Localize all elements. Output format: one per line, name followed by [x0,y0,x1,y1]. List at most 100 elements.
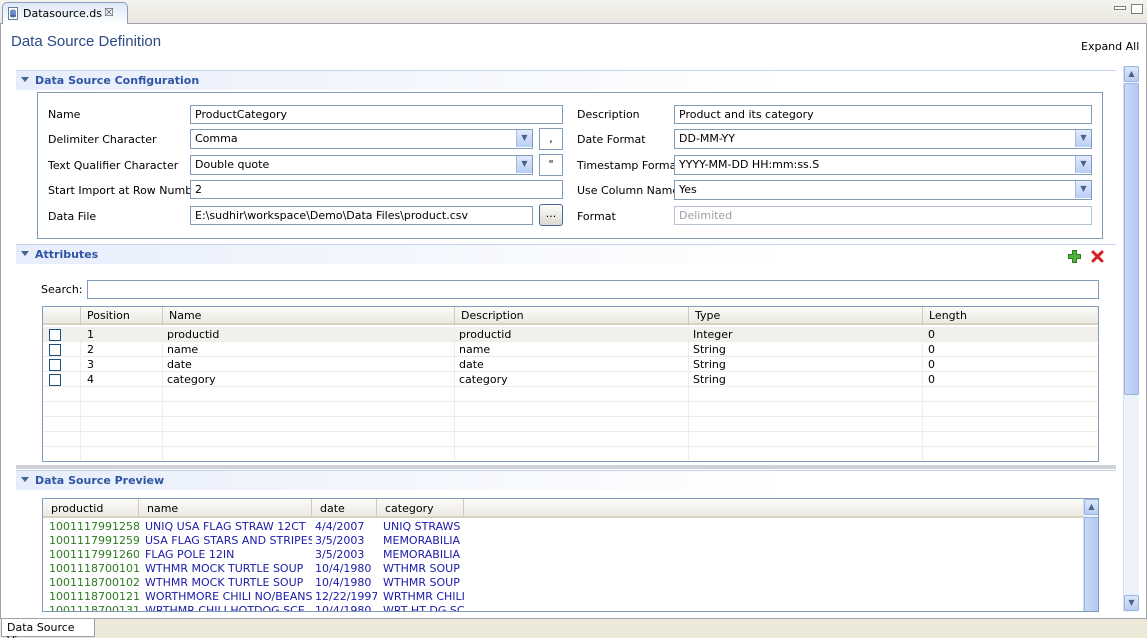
collapse-toggle-icon[interactable] [21,477,29,482]
productid-cell: 1001118700101 [49,562,139,575]
name-input[interactable]: ProductCategory [190,105,563,124]
delimiter-select[interactable]: Comma ▼ [190,129,533,149]
date-cell: 3/5/2003 [315,534,365,547]
name-cell: category [167,373,216,386]
timestamp-format-select[interactable]: YYYY-MM-DD HH:mm:ss.S ▼ [674,155,1092,175]
column-header-select[interactable] [43,307,81,325]
productid-cell: 1001118700102 [49,576,139,589]
position-cell: 2 [87,343,94,356]
editor-tab-datasource[interactable]: Datasource.ds ☒ [2,2,128,24]
category-cell: WTHMR SOUP [383,562,460,575]
column-header-type[interactable]: Type [689,307,923,325]
search-input[interactable] [87,280,1099,299]
length-cell: 0 [928,373,935,386]
category-cell: MEMORABILIA [383,534,460,547]
tab-data-source-view[interactable]: Data Source View [1,619,95,638]
preview-row[interactable]: 1001118700131 WRTHMR CHILI HOTDOG SCE 10… [43,604,1083,612]
minimize-icon[interactable] [1114,6,1126,10]
table-row[interactable]: 4 category category String 0 [43,372,1098,387]
date-cell: 3/5/2003 [315,548,365,561]
productid-cell: 1001118700121 [49,590,139,603]
browse-button[interactable]: ... [539,204,563,226]
collapse-toggle-icon[interactable] [21,251,29,256]
preview-row[interactable]: 1001118700121 WORTHMORE CHILI NO/BEANS 1… [43,590,1083,604]
use-column-names-select[interactable]: Yes ▼ [674,180,1092,200]
chevron-down-icon[interactable]: ▼ [516,130,532,147]
type-cell: String [693,343,726,356]
timestamp-format-select-value: YYYY-MM-DD HH:mm:ss.S [679,158,820,171]
section-splitter[interactable] [16,465,1116,469]
delimiter-label: Delimiter Character [48,133,157,146]
delete-icon[interactable] [1091,250,1104,263]
editor-scrollbar[interactable]: ▲ ▼ [1123,66,1139,612]
preview-table: productid name date category 10011179912… [42,498,1099,612]
section-header-attributes[interactable]: Attributes [16,244,1116,264]
chevron-down-icon[interactable]: ▼ [1075,130,1091,147]
type-cell: String [693,358,726,371]
preview-row[interactable]: 1001118700102 WTHMR MOCK TURTLE SOUP 10/… [43,576,1083,590]
section-title-attributes: Attributes [35,248,99,261]
table-row[interactable]: 1 productid productid Integer 0 [43,327,1098,342]
data-file-input[interactable]: E:\sudhir\workspace\Demo\Data Files\prod… [190,206,533,225]
length-cell: 0 [928,328,935,341]
column-header-length[interactable]: Length [923,307,1098,325]
scroll-down-icon[interactable]: ▼ [1124,595,1139,611]
category-cell: UNIQ STRAWS [383,520,461,533]
description-input[interactable]: Product and its category [674,105,1092,124]
column-header-name[interactable]: name [139,499,312,518]
productid-cell: 1001117991260 [49,548,139,561]
category-cell: WRT HT DG SC [383,604,465,612]
row-checkbox[interactable] [49,344,61,356]
close-tab-icon[interactable]: ☒ [104,6,114,19]
preview-table-header: productid name date category [43,499,1083,518]
scroll-up-icon[interactable]: ▲ [1124,66,1139,82]
position-cell: 4 [87,373,94,386]
column-header-category[interactable]: category [377,499,464,518]
section-header-preview[interactable]: Data Source Preview [16,470,1116,490]
row-checkbox[interactable] [49,374,61,386]
preview-row[interactable]: 1001117991260 FLAG POLE 12IN 3/5/2003 ME… [43,548,1083,562]
name-cell: date [167,358,192,371]
name-cell: name [167,343,199,356]
section-header-configuration[interactable]: Data Source Configuration [16,70,1116,90]
column-header-description[interactable]: Description [455,307,689,325]
row-checkbox[interactable] [49,329,61,341]
preview-scrollbar[interactable]: ▲ [1083,499,1098,611]
productid-cell: 1001117991259 [49,534,139,547]
name-cell: WTHMR MOCK TURTLE SOUP [145,562,304,575]
column-header-date[interactable]: date [312,499,377,518]
productid-cell: 1001118700131 [49,604,139,612]
chevron-down-icon[interactable]: ▼ [1075,181,1091,198]
editor-tab-label: Datasource.ds [23,7,103,20]
start-row-input[interactable]: 2 [190,180,563,199]
date-cell: 12/22/1997 [315,590,377,603]
scroll-up-icon[interactable]: ▲ [1084,499,1098,515]
bottom-tab-bar: Data Source View [0,618,1147,638]
preview-row[interactable]: 1001117991259 USA FLAG STARS AND STRIPES… [43,534,1083,548]
format-input: Delimited [674,206,1092,225]
preview-row[interactable]: 1001117991258 UNIQ USA FLAG STRAW 12CT 4… [43,520,1083,534]
type-cell: Integer [693,328,733,341]
expand-all-link[interactable]: Expand All [1081,40,1139,53]
add-icon[interactable] [1068,250,1081,263]
chevron-down-icon[interactable]: ▼ [1075,156,1091,173]
column-header-position[interactable]: Position [81,307,163,325]
table-row[interactable]: 2 name name String 0 [43,342,1098,357]
editor-tab-bar: Datasource.ds ☒ [0,0,1147,24]
chevron-down-icon[interactable]: ▼ [516,156,532,173]
qualifier-select[interactable]: Double quote ▼ [190,155,533,175]
date-cell: 10/4/1980 [315,562,372,575]
row-checkbox[interactable] [49,359,61,371]
scroll-thumb[interactable] [1124,83,1139,395]
type-cell: String [693,373,726,386]
maximize-icon[interactable] [1131,4,1143,14]
date-format-select[interactable]: DD-MM-YY ▼ [674,129,1092,149]
collapse-toggle-icon[interactable] [21,77,29,82]
column-header-name[interactable]: Name [163,307,455,325]
qualifier-char-input[interactable]: " [539,154,563,176]
delimiter-char-input[interactable]: , [539,128,563,150]
table-row[interactable]: 3 date date String 0 [43,357,1098,372]
scroll-thumb[interactable] [1084,517,1098,611]
column-header-productid[interactable]: productid [43,499,139,518]
preview-row[interactable]: 1001118700101 WTHMR MOCK TURTLE SOUP 10/… [43,562,1083,576]
